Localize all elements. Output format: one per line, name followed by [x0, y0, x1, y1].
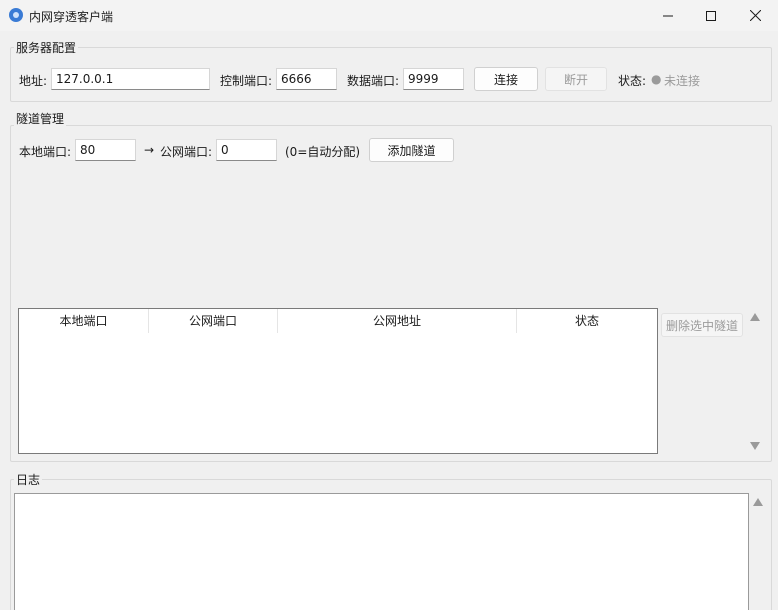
tunnel-group-title: 隧道管理 — [14, 110, 67, 127]
public-port-input[interactable] — [216, 139, 277, 161]
add-tunnel-button[interactable]: 添加隧道 — [369, 138, 454, 162]
data-port-label: 数据端口: — [347, 74, 400, 88]
log-scroll-up-icon[interactable] — [753, 498, 763, 506]
local-port-input[interactable] — [75, 139, 136, 161]
close-icon — [749, 10, 761, 21]
column-header-public-address[interactable]: 公网地址 — [278, 309, 517, 333]
status-value: 未连接 — [664, 74, 701, 88]
control-port-label: 控制端口: — [220, 74, 273, 88]
app-icon — [9, 8, 23, 22]
tunnel-table[interactable]: 本地端口 公网端口 公网地址 状态 — [18, 308, 658, 454]
window-title: 内网穿透客户端 — [29, 10, 114, 24]
control-port-input[interactable] — [276, 68, 337, 90]
address-label: 地址: — [19, 74, 48, 88]
local-port-label: 本地端口: — [19, 145, 72, 159]
public-port-label: 公网端口: — [160, 145, 213, 159]
scroll-down-icon[interactable] — [750, 442, 760, 450]
status-label: 状态: — [618, 74, 647, 88]
disconnect-button[interactable]: 断开 — [545, 67, 607, 91]
log-textarea[interactable] — [14, 493, 749, 610]
maximize-button[interactable] — [688, 0, 734, 31]
scroll-up-icon[interactable] — [750, 313, 760, 321]
column-header-status[interactable]: 状态 — [517, 309, 657, 333]
maximize-icon — [706, 10, 716, 21]
minimize-icon — [663, 15, 673, 16]
auto-assign-hint: (0=自动分配) — [285, 145, 361, 159]
title-bar: 内网穿透客户端 — [0, 0, 778, 31]
column-header-public-port[interactable]: 公网端口 — [149, 309, 278, 333]
tunnel-table-header: 本地端口 公网端口 公网地址 状态 — [19, 309, 657, 333]
minimize-button[interactable] — [645, 0, 691, 31]
data-port-input[interactable] — [403, 68, 464, 90]
close-button[interactable] — [732, 0, 778, 31]
arrow-icon: → — [144, 143, 155, 157]
log-group-title: 日志 — [14, 471, 43, 488]
address-input[interactable] — [51, 68, 210, 90]
delete-tunnel-button[interactable]: 删除选中隧道 — [661, 313, 743, 337]
status-indicator-icon: ● — [651, 72, 662, 86]
server-config-title: 服务器配置 — [14, 39, 79, 56]
column-header-local-port[interactable]: 本地端口 — [19, 309, 149, 333]
connect-button[interactable]: 连接 — [474, 67, 538, 91]
